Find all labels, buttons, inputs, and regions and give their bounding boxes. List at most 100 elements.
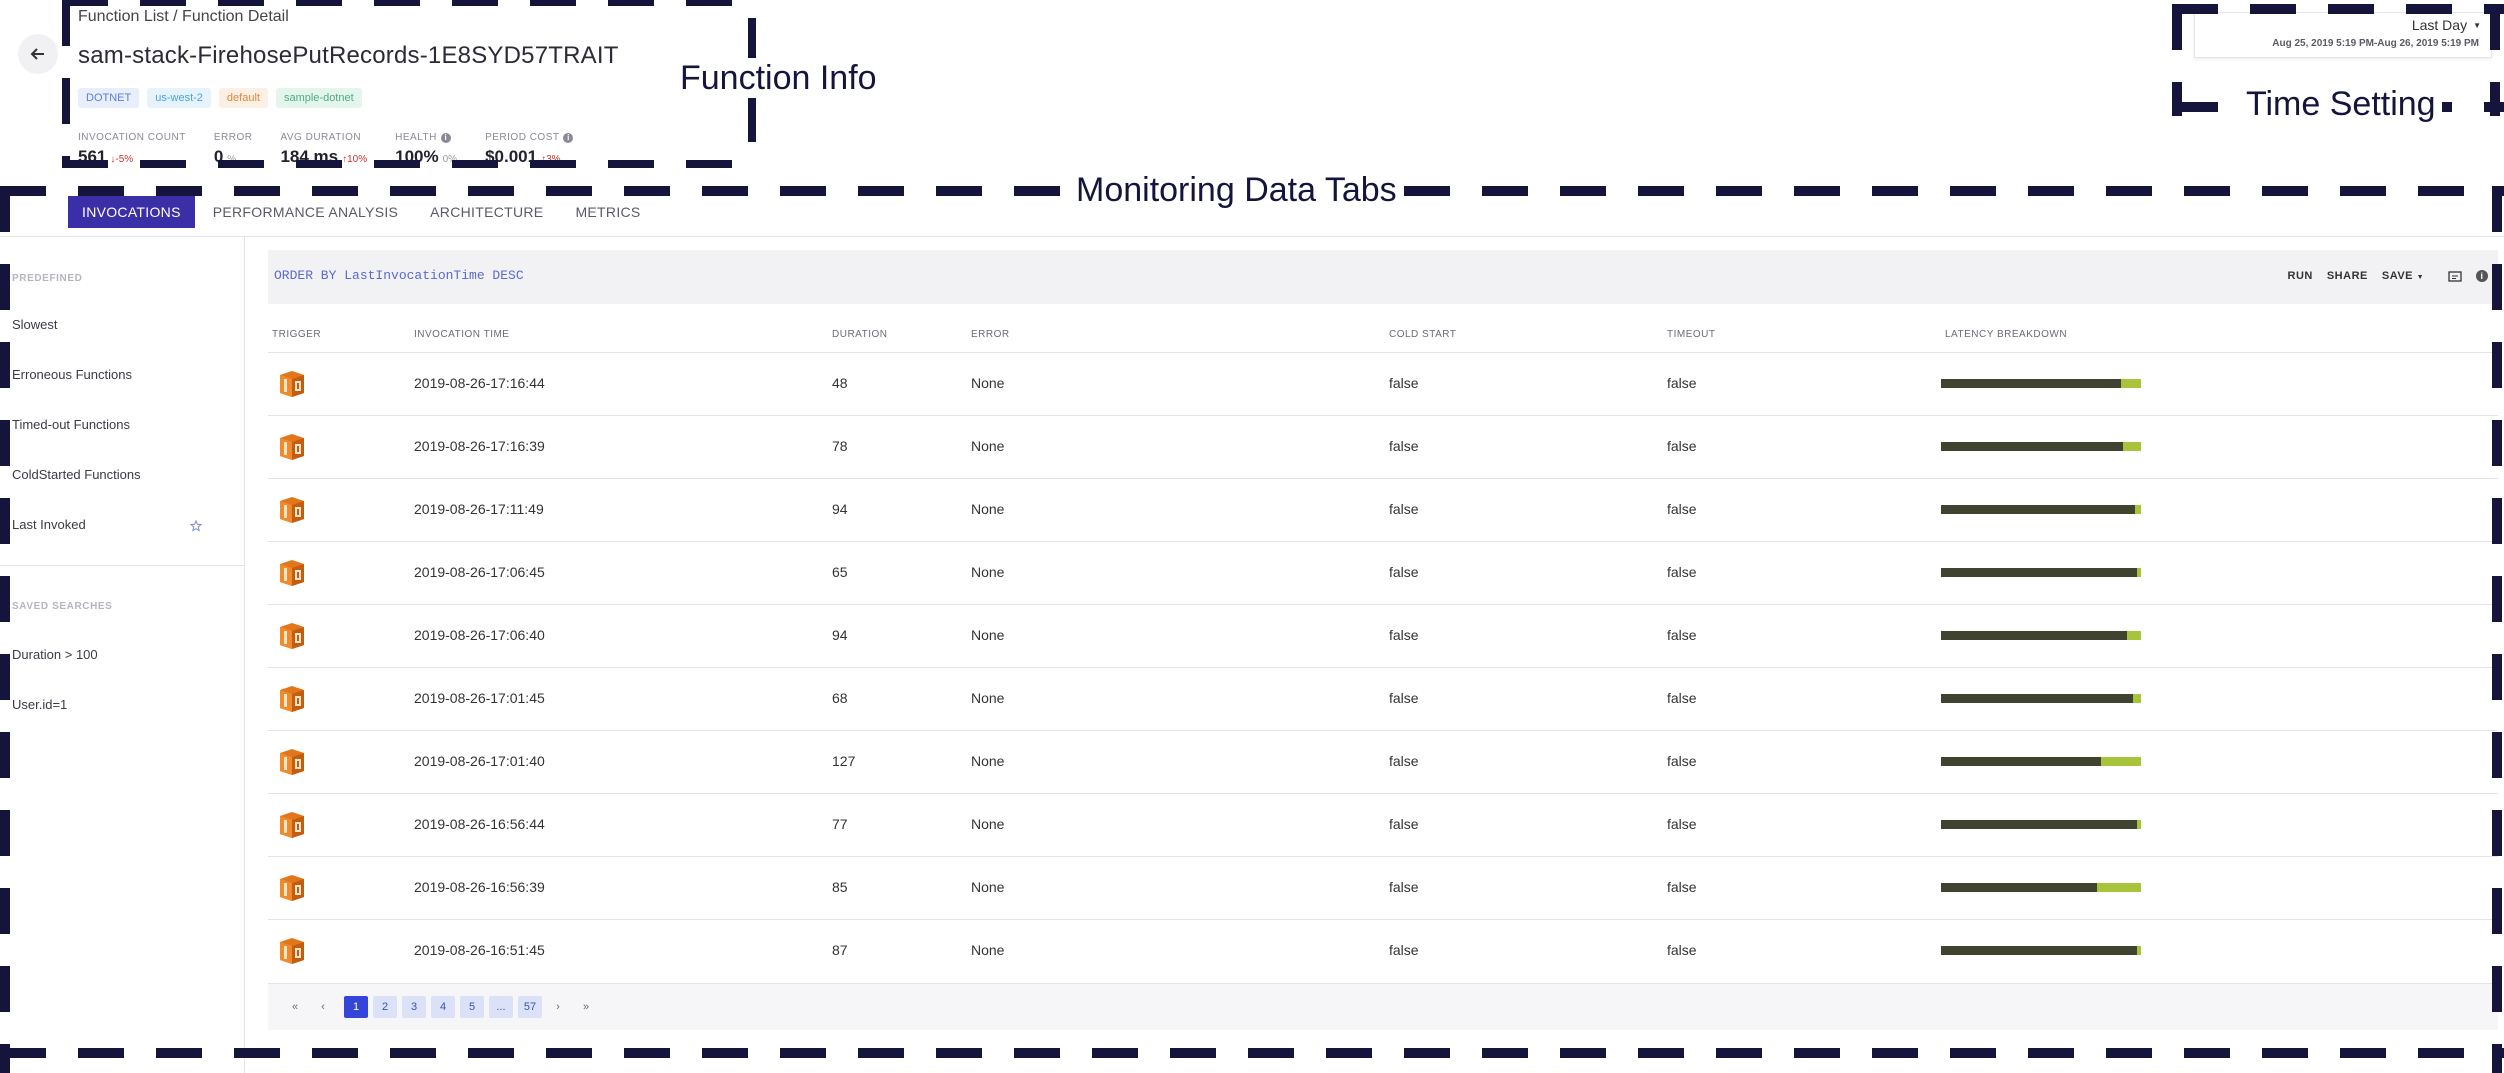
latency-bar-main <box>1941 379 2121 388</box>
cell-cold-start: false <box>1389 564 1419 580</box>
page-button[interactable]: 2 <box>373 996 397 1018</box>
export-icon[interactable] <box>2448 270 2462 282</box>
run-button[interactable]: RUN <box>2288 270 2313 282</box>
last-page-button[interactable]: » <box>579 996 593 1018</box>
sidebar-item-cold-started[interactable]: ColdStarted Functions <box>12 467 141 482</box>
info-icon[interactable]: i <box>440 132 451 143</box>
tab-metrics[interactable]: METRICS <box>561 196 654 228</box>
function-tag[interactable]: DOTNET <box>78 88 140 108</box>
cell-cold-start: false <box>1389 627 1419 643</box>
arrow-left-icon <box>30 48 44 60</box>
sidebar-item-erroneous[interactable]: Erroneous Functions <box>12 367 132 382</box>
page-ellipsis[interactable]: ... <box>489 996 513 1018</box>
time-range-select[interactable]: Last Day ▼ <box>2412 17 2481 33</box>
prev-page-button[interactable]: ‹ <box>316 996 330 1018</box>
column-header[interactable]: INVOCATION TIME <box>414 329 509 340</box>
page-button[interactable]: 4 <box>431 996 455 1018</box>
cell-invocation-time: 2019-08-26-17:01:40 <box>414 753 545 769</box>
function-info-box-bottom <box>62 160 756 168</box>
latency-bar <box>1941 568 2141 577</box>
table-row[interactable]: 2019-08-26-16:56:44 77 None false false <box>268 793 2498 857</box>
function-tag[interactable]: sample-dotnet <box>275 88 362 108</box>
latency-bar-main <box>1941 694 2133 703</box>
sidebar-item-user-id-1[interactable]: User.id=1 <box>12 697 67 712</box>
back-button[interactable] <box>18 34 58 74</box>
cell-duration: 48 <box>832 375 848 391</box>
cell-cold-start: false <box>1389 501 1419 517</box>
table-row[interactable]: 2019-08-26-17:16:39 78 None false false <box>268 415 2498 479</box>
cell-cold-start: false <box>1389 438 1419 454</box>
cell-error: None <box>971 942 1005 958</box>
next-page-button[interactable]: › <box>551 996 565 1018</box>
table-row[interactable]: 2019-08-26-17:01:40 127 None false false <box>268 730 2498 794</box>
page-button[interactable]: 1 <box>344 996 368 1018</box>
save-button[interactable]: SAVE ▼ <box>2382 270 2424 282</box>
latency-bar <box>1941 505 2141 514</box>
column-header[interactable]: ERROR <box>971 329 1010 340</box>
monitoring-tabs-label: Monitoring Data Tabs <box>1070 170 1403 210</box>
star-icon[interactable] <box>190 520 202 532</box>
latency-bar-overhead <box>2097 883 2141 892</box>
stat-label: AVG DURATION <box>280 132 367 143</box>
sidebar-item-duration-over-100[interactable]: Duration > 100 <box>12 647 98 662</box>
column-header[interactable]: COLD START <box>1389 329 1456 340</box>
cell-invocation-time: 2019-08-26-16:56:44 <box>414 816 545 832</box>
caret-down-icon: ▼ <box>2416 274 2424 281</box>
table-row[interactable]: 2019-08-26-16:51:45 87 None false false <box>268 919 2498 983</box>
cell-invocation-time: 2019-08-26-17:16:44 <box>414 375 545 391</box>
cell-error: None <box>971 816 1005 832</box>
cell-duration: 85 <box>832 879 848 895</box>
latency-bar <box>1941 442 2141 451</box>
cell-error: None <box>971 879 1005 895</box>
sidebar-item-slowest[interactable]: Slowest <box>12 317 58 332</box>
info-icon[interactable]: i <box>563 132 574 143</box>
column-header[interactable]: LATENCY BREAKDOWN <box>1945 329 2067 340</box>
time-setting-box-right <box>2490 4 2500 116</box>
column-header[interactable]: TRIGGER <box>272 329 321 340</box>
share-button[interactable]: SHARE <box>2327 270 2368 282</box>
first-page-button[interactable]: « <box>288 996 302 1018</box>
save-label: SAVE <box>2381 270 2413 282</box>
tabs-box-left <box>0 186 10 1073</box>
cell-invocation-time: 2019-08-26-17:06:45 <box>414 564 545 580</box>
cell-duration: 77 <box>832 816 848 832</box>
cell-cold-start: false <box>1389 753 1419 769</box>
function-tag[interactable]: default <box>218 88 268 108</box>
pagination: « ‹ 1 2 3 4 5... 57 › » <box>268 983 2498 1030</box>
info-icon[interactable]: i <box>2476 270 2488 282</box>
table-row[interactable]: 2019-08-26-17:06:45 65 None false false <box>268 541 2498 605</box>
table-row[interactable]: 2019-08-26-17:16:44 48 None false false <box>268 352 2498 416</box>
latency-bar <box>1941 820 2141 829</box>
query-input[interactable]: ORDER BY LastInvocationTime DESC <box>274 268 524 283</box>
stat-label-text: AVG DURATION <box>280 132 362 143</box>
latency-bar-overhead <box>2121 379 2141 388</box>
page-button[interactable]: 3 <box>402 996 426 1018</box>
page-button[interactable]: 57 <box>518 996 542 1018</box>
latency-bar-main <box>1941 505 2135 514</box>
cell-timeout: false <box>1667 627 1697 643</box>
function-tag[interactable]: us-west-2 <box>147 88 211 108</box>
breadcrumb[interactable]: Function List / Function Detail <box>78 8 289 26</box>
tab-invocations[interactable]: INVOCATIONS <box>68 196 195 228</box>
column-header[interactable]: DURATION <box>832 329 887 340</box>
latency-bar-overhead <box>2101 757 2141 766</box>
time-setting-box-left <box>2172 4 2182 116</box>
tab-architecture[interactable]: ARCHITECTURE <box>416 196 557 228</box>
sidebar-item-last-invoked[interactable]: Last Invoked <box>12 517 86 532</box>
aws-lambda-icon <box>280 371 304 397</box>
table-row[interactable]: 2019-08-26-16:56:39 85 None false false <box>268 856 2498 920</box>
column-header[interactable]: TIMEOUT <box>1667 329 1716 340</box>
tab-performance-analysis[interactable]: PERFORMANCE ANALYSIS <box>199 196 412 228</box>
sidebar-item-timed-out[interactable]: Timed-out Functions <box>12 417 130 432</box>
page-button[interactable]: 5 <box>460 996 484 1018</box>
cell-invocation-time: 2019-08-26-17:01:45 <box>414 690 545 706</box>
cell-error: None <box>971 438 1005 454</box>
table-row[interactable]: 2019-08-26-17:01:45 68 None false false <box>268 667 2498 731</box>
table-row[interactable]: 2019-08-26-17:06:40 94 None false false <box>268 604 2498 668</box>
latency-bar-main <box>1941 946 2137 955</box>
latency-bar-main <box>1941 757 2101 766</box>
table-row[interactable]: 2019-08-26-17:11:49 94 None false false <box>268 478 2498 542</box>
cell-error: None <box>971 690 1005 706</box>
aws-lambda-icon <box>280 812 304 838</box>
time-range-picker[interactable]: Last Day ▼ Aug 25, 2019 5:19 PM-Aug 26, … <box>2194 12 2492 58</box>
